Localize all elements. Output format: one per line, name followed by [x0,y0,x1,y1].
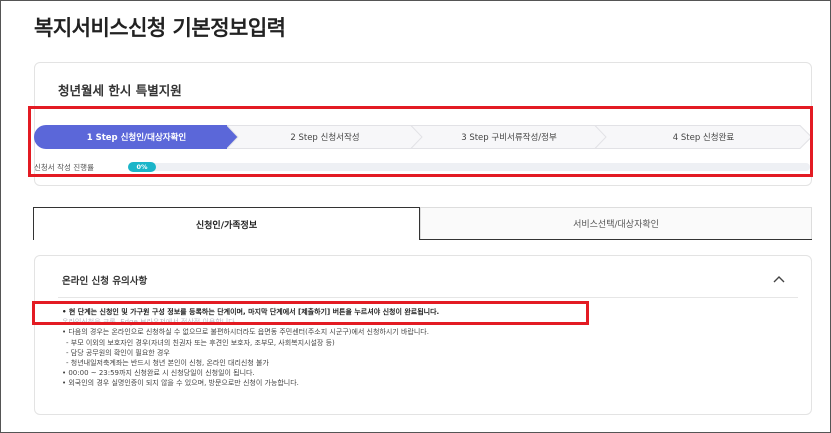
step-2-label: 2 Step 신청서작성 [290,133,360,143]
notice-line: • 00:00 ~ 23:59까지 신청완료 시 신청당일이 신청일이 됩니다. [62,369,255,378]
notice-title: 온라인 신청 유의사항 [62,276,148,287]
notice-line: - 청년내일저축계좌는 반드시 청년 본인이 신청, 온라인 대리신청 불가 [66,359,269,368]
notice-line: • 다음의 경우는 온라인으로 신청하실 수 없으므로 불편하시더라도 읍면동 … [62,328,429,337]
tab-divider [420,239,812,240]
step-3-label: 3 Step 구비서류작성/정부 [461,133,557,143]
tab-service-selection[interactable]: 서비스선택/대상자확인 [420,207,812,240]
page-title: 복지서비스신청 기본정보입력 [34,16,286,40]
chevron-up-icon[interactable] [772,271,786,283]
tab-applicant-family[interactable]: 신청인/가족정보 [33,207,420,240]
notice-divider [58,297,798,298]
notice-line: • 외국인의 경우 실명인증이 되지 않을 수 있으며, 방문으로만 신청이 가… [62,379,299,388]
highlight-box-notice [32,301,589,325]
step-1-label: 1 Step 신청인/대상자확인 [86,133,187,143]
notice-line: - 부모 이외의 보호자인 경우(자녀의 친권자 또는 후견인 보호자, 조부모… [66,338,335,347]
step-4-label: 4 Step 신청완료 [672,133,735,143]
program-title: 청년월세 한시 특별지원 [58,83,182,98]
notice-line: - 담당 공무원의 확인이 필요한 경우 [66,348,170,357]
